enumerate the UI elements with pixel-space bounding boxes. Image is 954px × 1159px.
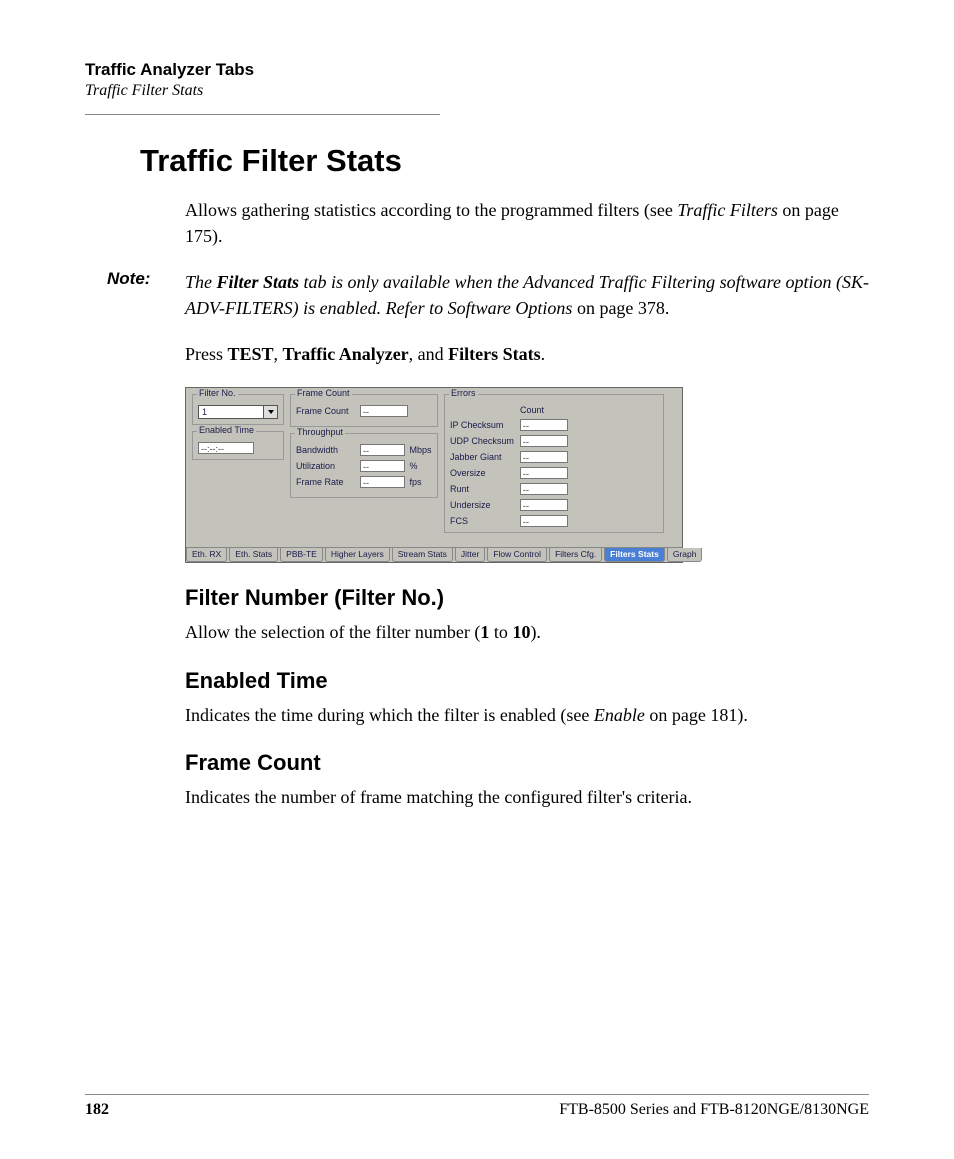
- intro-paragraph: Allows gathering statistics according to…: [185, 197, 869, 249]
- filter-no-group: Filter No. 1: [192, 394, 284, 425]
- error-row-label: Runt: [450, 484, 516, 494]
- tab-stream-stats[interactable]: Stream Stats: [392, 548, 453, 562]
- note-label: Note:: [107, 269, 185, 321]
- section-filter-number-body: Allow the selection of the filter number…: [185, 619, 869, 645]
- errors-title: Errors: [449, 388, 478, 398]
- filter-no-title: Filter No.: [197, 388, 238, 398]
- errors-group: Errors Count IP Checksum-- UDP Checksum-…: [444, 394, 664, 533]
- text: on page 378.: [572, 298, 669, 318]
- embedded-screenshot: Filter No. 1 Enabled Time --:--:-- Frame…: [185, 387, 683, 563]
- running-header-subtitle: Traffic Filter Stats: [85, 82, 869, 100]
- text: ,: [274, 344, 283, 364]
- throughput-row-label: Frame Rate: [296, 477, 356, 487]
- error-row-value: --: [520, 419, 568, 431]
- error-row-label: Undersize: [450, 500, 516, 510]
- error-row-value: --: [520, 467, 568, 479]
- text: Indicates the time during which the filt…: [185, 705, 594, 725]
- enabled-time-value: --:--:--: [198, 442, 254, 454]
- text: The: [185, 272, 217, 292]
- frame-count-group: Frame Count Frame Count --: [290, 394, 438, 427]
- section-frame-count-body: Indicates the number of frame matching t…: [185, 784, 869, 810]
- ref-traffic-filters: Traffic Filters: [677, 200, 778, 220]
- error-row-label: IP Checksum: [450, 420, 516, 430]
- text: Allow the selection of the filter number…: [185, 622, 480, 642]
- tab-graph[interactable]: Graph: [667, 548, 703, 562]
- throughput-title: Throughput: [295, 427, 345, 437]
- chevron-down-icon[interactable]: [264, 405, 278, 419]
- tab-higher-layers[interactable]: Higher Layers: [325, 548, 390, 562]
- section-frame-count-heading: Frame Count: [185, 750, 869, 776]
- throughput-group: Throughput Bandwidth -- Mbps Utilization…: [290, 433, 438, 498]
- note-block: Note: The Filter Stats tab is only avail…: [107, 269, 869, 321]
- frame-count-value: --: [360, 405, 408, 417]
- note-body: The Filter Stats tab is only available w…: [185, 269, 869, 321]
- error-row-value: --: [520, 451, 568, 463]
- footer-rule: [85, 1094, 869, 1095]
- tab-filters-cfg[interactable]: Filters Cfg.: [549, 548, 602, 562]
- text-bold: Filter Stats: [217, 272, 300, 292]
- text: on page 181).: [645, 705, 748, 725]
- footer-product: FTB-8500 Series and FTB-8120NGE/8130NGE: [559, 1101, 869, 1119]
- tab-pbb-te[interactable]: PBB-TE: [280, 548, 323, 562]
- filter-no-value: 1: [198, 405, 264, 419]
- frame-count-title: Frame Count: [295, 388, 352, 398]
- text: Allows gathering statistics according to…: [185, 200, 677, 220]
- error-row-label: FCS: [450, 516, 516, 526]
- header-rule: [85, 114, 440, 115]
- text: ).: [530, 622, 541, 642]
- text-bold: TEST: [228, 344, 274, 364]
- error-row-label: Oversize: [450, 468, 516, 478]
- throughput-row-value: --: [360, 476, 405, 488]
- tab-eth-stats[interactable]: Eth. Stats: [229, 548, 278, 562]
- text: to: [489, 622, 512, 642]
- error-row-value: --: [520, 499, 568, 511]
- section-enabled-time-heading: Enabled Time: [185, 668, 869, 694]
- text-bold: Traffic Analyzer: [283, 344, 409, 364]
- throughput-row-label: Utilization: [296, 461, 356, 471]
- error-row-label: Jabber Giant: [450, 452, 516, 462]
- tab-bar: Eth. RX Eth. Stats PBB-TE Higher Layers …: [186, 547, 682, 562]
- tab-flow-control[interactable]: Flow Control: [487, 548, 547, 562]
- tab-filters-stats[interactable]: Filters Stats: [604, 548, 665, 562]
- throughput-row-unit: %: [409, 461, 432, 471]
- throughput-row-label: Bandwidth: [296, 445, 356, 455]
- error-row-value: --: [520, 483, 568, 495]
- error-row-value: --: [520, 435, 568, 447]
- filter-no-dropdown[interactable]: 1: [198, 405, 278, 419]
- frame-count-label: Frame Count: [296, 406, 356, 416]
- throughput-row-unit: fps: [409, 477, 432, 487]
- text: , and: [409, 344, 449, 364]
- text: .: [541, 344, 546, 364]
- page-title: Traffic Filter Stats: [140, 143, 869, 179]
- tab-jitter[interactable]: Jitter: [455, 548, 485, 562]
- text-bold: Filters Stats: [448, 344, 540, 364]
- section-enabled-time-body: Indicates the time during which the filt…: [185, 702, 869, 728]
- errors-count-header: Count: [520, 405, 568, 415]
- tab-eth-rx[interactable]: Eth. RX: [186, 548, 227, 562]
- throughput-row-unit: Mbps: [409, 445, 432, 455]
- text: Press: [185, 344, 228, 364]
- press-instruction: Press TEST, Traffic Analyzer, and Filter…: [185, 341, 869, 367]
- enabled-time-group: Enabled Time --:--:--: [192, 431, 284, 460]
- throughput-row-value: --: [360, 444, 405, 456]
- section-filter-number-heading: Filter Number (Filter No.): [185, 585, 869, 611]
- ref-enable: Enable: [594, 705, 645, 725]
- enabled-time-title: Enabled Time: [197, 425, 256, 435]
- error-row-value: --: [520, 515, 568, 527]
- text-bold: 10: [512, 622, 530, 642]
- error-row-label: UDP Checksum: [450, 436, 516, 446]
- throughput-row-value: --: [360, 460, 405, 472]
- running-header-title: Traffic Analyzer Tabs: [85, 60, 869, 80]
- page-number: 182: [85, 1101, 109, 1119]
